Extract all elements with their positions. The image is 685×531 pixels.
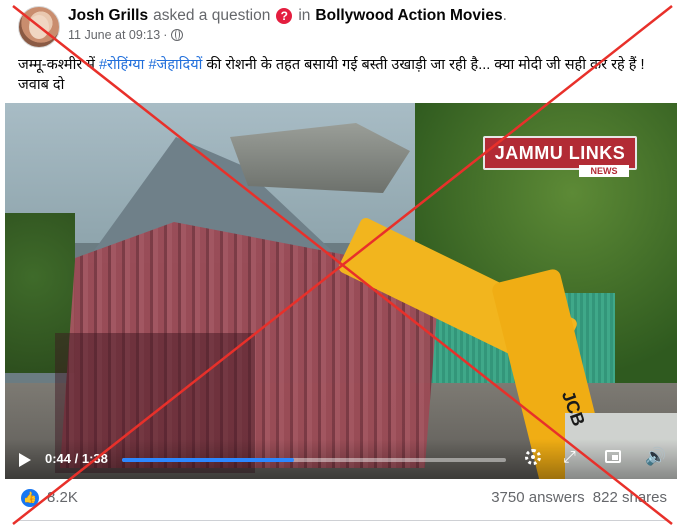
progress-bar[interactable] <box>122 458 506 462</box>
post-action: asked a question <box>153 7 271 24</box>
post-stats: 3750 answers 822 shares <box>491 489 667 506</box>
video-controls: 0:44 / 1:38 ⤢ 🔊 <box>5 439 677 479</box>
reaction-count[interactable]: 8.2K <box>47 489 78 506</box>
post-text: जम्मू-कश्मीर में #रोहिंग्या #जेहादियों क… <box>18 55 668 95</box>
video-player[interactable]: JCB JAMMU LINKS NEWS 0:44 / 1:38 ⤢ 🔊 <box>5 103 677 479</box>
post-header: Josh Grills asked a question ? in Bollyw… <box>68 7 507 25</box>
picture-in-picture-icon[interactable] <box>605 450 621 463</box>
globe-icon[interactable] <box>171 29 184 41</box>
footer-divider <box>18 520 668 521</box>
preposition-label: in <box>298 7 311 24</box>
hashtag-link[interactable]: #जेहादियों <box>148 57 202 73</box>
video-duration: 1:38 <box>81 451 108 466</box>
post-text-part: जम्मू-कश्मीर में <box>18 57 99 73</box>
post-card: Josh Grills asked a question ? in Bollyw… <box>0 0 685 531</box>
thumbs-up-icon[interactable]: 👍 <box>21 489 39 507</box>
volume-icon[interactable]: 🔊 <box>645 447 666 467</box>
group-name[interactable]: Bollywood Action Movies <box>315 7 502 25</box>
progress-fill <box>122 458 295 462</box>
time-separator: / <box>71 451 82 466</box>
post-meta: 11 June at 09:13 · <box>68 28 184 42</box>
hashtag-link[interactable]: #रोहिंग्या <box>99 57 144 73</box>
current-time: 0:44 <box>45 451 72 466</box>
channel-logo-sub: NEWS <box>579 165 629 177</box>
shares-count[interactable]: 822 shares <box>593 489 667 506</box>
meta-separator: · <box>163 28 168 42</box>
answers-count[interactable]: 3750 answers <box>491 489 584 506</box>
video-time: 0:44 / 1:38 <box>45 451 108 466</box>
fullscreen-icon[interactable]: ⤢ <box>563 449 576 467</box>
group-suffix: . <box>502 7 507 24</box>
question-mark-icon: ? <box>276 8 293 24</box>
author-name[interactable]: Josh Grills <box>68 7 148 25</box>
gear-icon[interactable] <box>525 449 541 465</box>
play-icon[interactable] <box>19 453 31 467</box>
author-avatar[interactable] <box>18 6 60 48</box>
post-timestamp[interactable]: 11 June at 09:13 <box>68 28 160 42</box>
